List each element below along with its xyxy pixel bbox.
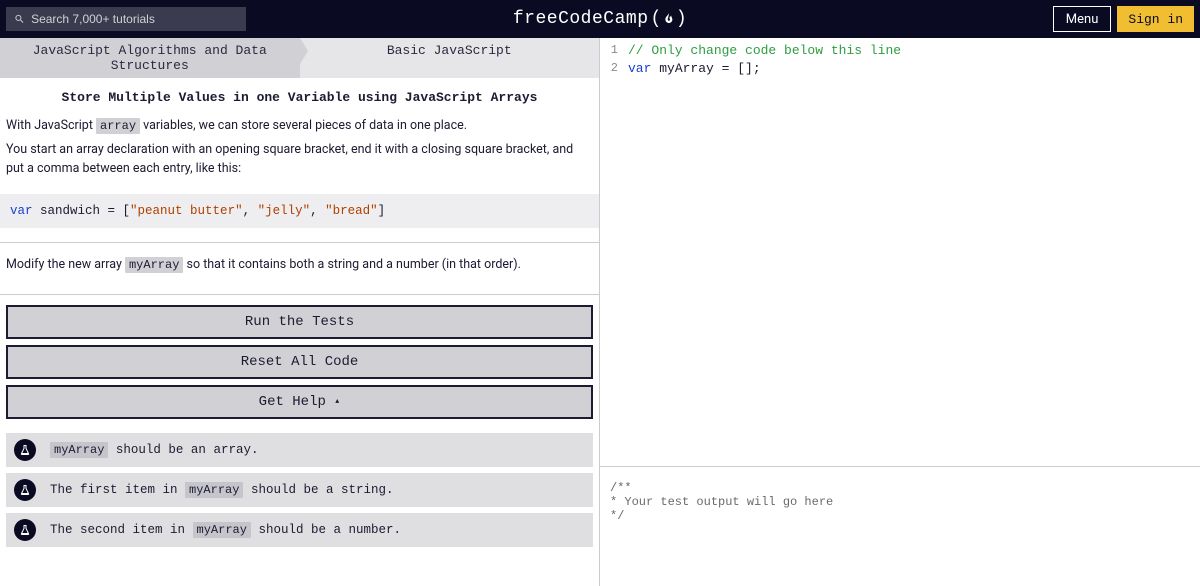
inline-code-array: array (96, 118, 140, 134)
site-logo[interactable]: freeCodeCamp () (513, 9, 687, 29)
divider (0, 242, 599, 243)
get-help-button[interactable]: Get Help ▴ (6, 385, 593, 419)
breadcrumb-section[interactable]: JavaScript Algorithms and Data Structure… (0, 38, 300, 78)
reset-code-button[interactable]: Reset All Code (6, 345, 593, 379)
challenge-description: With JavaScript array variables, we can … (0, 113, 599, 188)
flask-icon (14, 479, 36, 501)
search-icon (14, 13, 25, 25)
challenge-title: Store Multiple Values in one Variable us… (0, 78, 599, 113)
test-text: The second item in myArray should be a n… (50, 523, 401, 537)
flask-icon (14, 519, 36, 541)
main-split: JavaScript Algorithms and Data Structure… (0, 38, 1200, 586)
topbar-right: Menu Sign in (1053, 6, 1194, 32)
top-bar: freeCodeCamp () Menu Sign in (0, 0, 1200, 38)
example-code-block: var sandwich = ["peanut butter", "jelly"… (0, 194, 599, 228)
search-container[interactable] (6, 7, 246, 31)
inline-code-myarray: myArray (125, 257, 183, 273)
line-code[interactable]: var myArray = []; (628, 60, 1200, 78)
desc-paragraph-2: You start an array declaration with an o… (6, 141, 593, 177)
instructions: Modify the new array myArray so that it … (0, 253, 599, 284)
line-code[interactable]: // Only change code below this line (628, 42, 1200, 60)
breadcrumb: JavaScript Algorithms and Data Structure… (0, 38, 599, 78)
line-number: 1 (600, 42, 628, 60)
flask-icon (14, 439, 36, 461)
test-item: myArray should be an array. (6, 433, 593, 467)
test-item: The first item in myArray should be a st… (6, 473, 593, 507)
editor-panel: 1// Only change code below this line2var… (600, 38, 1200, 586)
desc-paragraph-1: With JavaScript array variables, we can … (6, 117, 593, 135)
test-text: myArray should be an array. (50, 443, 258, 457)
console-output: /** * Your test output will go here */ (600, 466, 1200, 586)
code-editor[interactable]: 1// Only change code below this line2var… (600, 38, 1200, 466)
caret-up-icon: ▴ (334, 396, 340, 407)
divider (0, 294, 599, 295)
action-buttons: Run the Tests Reset All Code Get Help ▴ (0, 305, 599, 419)
challenge-panel: JavaScript Algorithms and Data Structure… (0, 38, 600, 586)
test-item: The second item in myArray should be a n… (6, 513, 593, 547)
run-tests-button[interactable]: Run the Tests (6, 305, 593, 339)
flame-icon: () (651, 9, 688, 29)
breadcrumb-subsection[interactable]: Basic JavaScript (300, 38, 600, 78)
editor-line[interactable]: 1// Only change code below this line (600, 42, 1200, 60)
test-list: myArray should be an array. The first ite… (0, 425, 599, 561)
menu-button[interactable]: Menu (1053, 6, 1112, 32)
search-input[interactable] (31, 12, 238, 26)
logo-text: freeCodeCamp (513, 9, 649, 29)
line-number: 2 (600, 60, 628, 78)
test-text: The first item in myArray should be a st… (50, 483, 393, 497)
editor-line[interactable]: 2var myArray = []; (600, 60, 1200, 78)
signin-button[interactable]: Sign in (1117, 6, 1194, 32)
